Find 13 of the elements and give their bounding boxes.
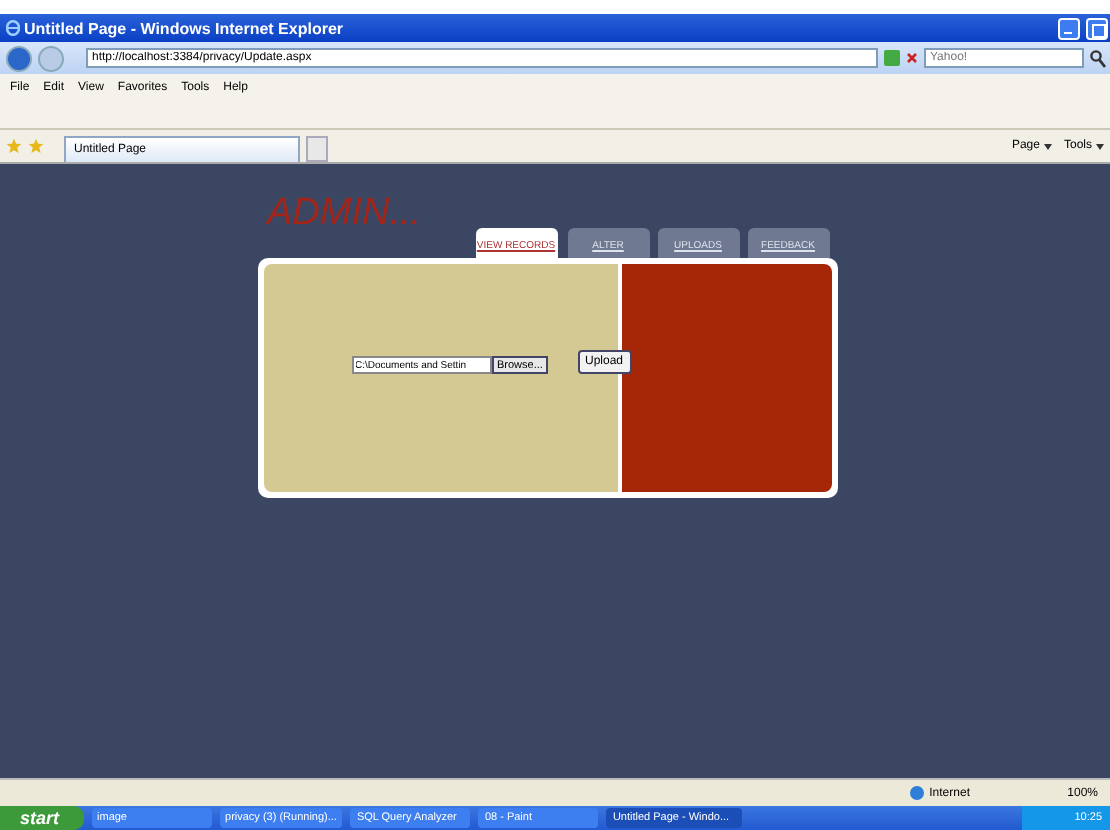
start-button[interactable]: start [0, 806, 84, 830]
browser-logo-icon [6, 20, 20, 36]
stop-icon[interactable] [906, 52, 918, 64]
globe-icon [909, 786, 924, 800]
caret-icon[interactable] [1043, 143, 1052, 149]
window-title: Untitled Page - Windows Internet Explorer [24, 19, 343, 37]
back-button[interactable] [6, 45, 32, 71]
page-heading: ADMIN... [267, 194, 422, 232]
caret-icon[interactable] [1096, 143, 1104, 149]
search-icon[interactable] [1090, 49, 1106, 67]
minimize-button[interactable] [1058, 17, 1080, 39]
restore-button[interactable] [1086, 17, 1108, 39]
star-icon[interactable] [6, 138, 22, 154]
